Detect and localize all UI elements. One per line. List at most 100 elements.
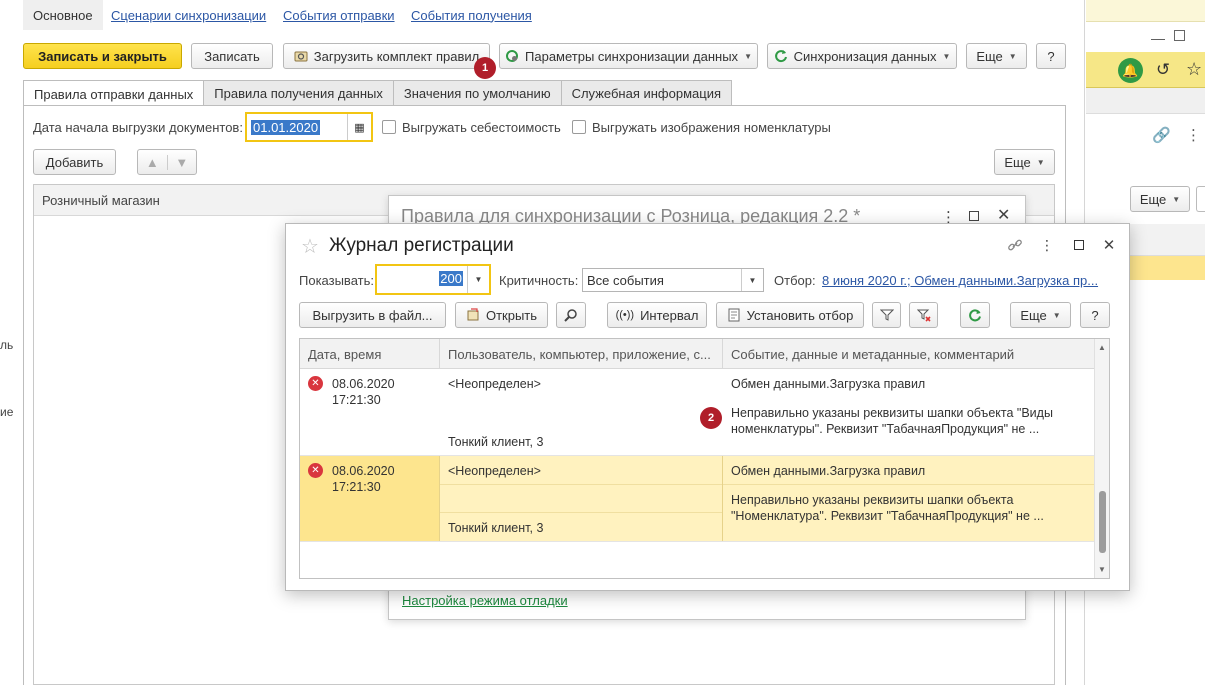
chevron-down-icon[interactable]: ▼: [467, 266, 489, 293]
images-checkbox-label: Выгружать изображения номенклатуры: [592, 120, 831, 135]
minimize-icon[interactable]: —: [1151, 30, 1165, 46]
tab-send-rules[interactable]: Правила отправки данных: [23, 80, 205, 107]
open-button[interactable]: Открыть: [455, 302, 548, 328]
bell-icon[interactable]: 🔔: [1118, 58, 1143, 83]
filter-label: Отбор:: [774, 273, 816, 288]
severity-select[interactable]: Все события ▼: [582, 268, 764, 292]
tab-default-values[interactable]: Значения по умолчанию: [392, 80, 562, 106]
chevron-down-icon: ▼: [1008, 51, 1017, 61]
open-document-icon: [466, 308, 480, 322]
show-label: Показывать:: [299, 273, 374, 288]
sync-data-button[interactable]: Синхронизация данных ▼: [767, 43, 957, 69]
cell-divider: [723, 484, 1096, 485]
funnel-clear-icon: [916, 308, 931, 322]
sync-params-button[interactable]: Параметры синхронизации данных ▼: [499, 43, 758, 69]
edge-text: ие: [0, 405, 14, 419]
right-more-button[interactable]: Еще ▼: [1130, 186, 1190, 212]
broadcast-icon: ((•)): [615, 309, 635, 321]
error-icon: ✕: [308, 463, 323, 478]
kebab-menu-icon[interactable]: ⋮: [1186, 126, 1201, 144]
interval-button[interactable]: ((•)) Интервал: [607, 302, 707, 328]
tab-service-info[interactable]: Служебная информация: [560, 80, 732, 106]
event-log-table: Дата, время Пользователь, компьютер, при…: [299, 338, 1110, 579]
nav-tab-main[interactable]: Основное: [23, 0, 103, 30]
tab-bar: [1086, 88, 1205, 114]
column-header-event[interactable]: Событие, данные и метаданные, комментари…: [723, 339, 1096, 369]
journal-help-button[interactable]: ?: [1080, 302, 1110, 328]
link-icon[interactable]: 🔗: [1152, 126, 1171, 144]
save-button[interactable]: Записать: [191, 43, 273, 69]
save-and-close-button[interactable]: Записать и закрыть: [23, 43, 182, 69]
images-checkbox[interactable]: [572, 120, 586, 134]
sync-icon: [774, 49, 788, 63]
help-button[interactable]: ?: [1036, 43, 1066, 69]
sync-gear-icon: [505, 49, 519, 63]
chevron-down-icon: ▼: [1052, 310, 1061, 320]
add-button[interactable]: Добавить: [33, 149, 116, 175]
date-label: Дата начала выгрузки документов:: [33, 120, 243, 135]
cost-checkbox-label: Выгружать себестоимость: [402, 120, 561, 135]
cell-divider: [722, 456, 723, 541]
show-count-input[interactable]: 200 ▼: [375, 264, 491, 295]
maximize-icon[interactable]: [969, 211, 979, 221]
favorite-star-icon[interactable]: ☆: [301, 234, 319, 259]
nav-tab-scenarios[interactable]: Сценарии синхронизации: [111, 0, 266, 30]
chevron-down-icon: ▼: [1036, 157, 1045, 167]
chevron-down-icon: ▼: [942, 51, 951, 61]
funnel-icon: [879, 308, 894, 322]
journal-more-button[interactable]: Еще ▼: [1010, 302, 1071, 328]
filter-doc-icon: [727, 308, 741, 322]
chevron-down-icon: ▼: [1172, 194, 1181, 204]
clear-filter-button[interactable]: [909, 302, 938, 328]
load-rules-button[interactable]: Загрузить комплект правил: [283, 43, 490, 69]
gear-package-icon: [294, 49, 308, 63]
calendar-icon[interactable]: ▦: [347, 114, 371, 140]
chevron-down-icon[interactable]: ▼: [741, 269, 763, 291]
cell-divider: [440, 512, 722, 513]
scroll-up-icon[interactable]: ▲: [1098, 343, 1106, 352]
cell-divider: [440, 484, 722, 485]
nav-tab-receive-events[interactable]: События получения: [411, 0, 532, 30]
date-input[interactable]: 01.01.2020 ▦: [245, 112, 373, 142]
nav-tab-send-events[interactable]: События отправки: [283, 0, 395, 30]
kebab-menu-icon[interactable]: ⋮: [1038, 236, 1056, 254]
link-icon[interactable]: [1006, 236, 1024, 254]
table-row[interactable]: ✕ 08.06.2020 17:21:30 <Неопределен> Тонк…: [300, 369, 1096, 456]
history-icon[interactable]: ↺: [1156, 60, 1170, 80]
filter-by-value-button[interactable]: [872, 302, 901, 328]
top-bar: [1086, 0, 1205, 22]
right-edge-button[interactable]: [1196, 186, 1205, 212]
debug-settings-link[interactable]: Настройка режима отладки: [402, 593, 568, 608]
arrow-down-icon[interactable]: ▼: [168, 155, 197, 170]
move-buttons: ▲ ▼: [137, 149, 197, 175]
vertical-scrollbar[interactable]: ▲ ▼: [1094, 339, 1109, 578]
maximize-icon[interactable]: [1174, 30, 1185, 41]
search-button[interactable]: [556, 302, 586, 328]
close-icon[interactable]: ✕: [1100, 236, 1118, 254]
arrow-up-icon[interactable]: ▲: [138, 154, 168, 170]
tab-receive-rules[interactable]: Правила получения данных: [203, 80, 394, 106]
magnifier-icon: [564, 308, 578, 322]
severity-label: Критичность:: [499, 273, 579, 288]
list-more-button[interactable]: Еще ▼: [994, 149, 1055, 175]
edge-text: ль: [0, 338, 14, 352]
table-row-selected[interactable]: ✕ 08.06.2020 17:21:30 <Неопределен> Тонк…: [300, 456, 1096, 542]
scroll-thumb[interactable]: [1099, 491, 1106, 553]
column-header-user[interactable]: Пользователь, компьютер, приложение, с..…: [440, 339, 723, 369]
star-icon[interactable]: ☆: [1186, 59, 1202, 80]
cost-checkbox[interactable]: [382, 120, 396, 134]
marker-2: 2: [700, 407, 722, 429]
scroll-down-icon[interactable]: ▼: [1098, 565, 1106, 574]
marker-1: 1: [474, 57, 496, 79]
export-to-file-button[interactable]: Выгрузить в файл...: [299, 302, 446, 328]
refresh-button[interactable]: [960, 302, 990, 328]
filter-link[interactable]: 8 июня 2020 г.; Обмен данными.Загрузка п…: [822, 273, 1098, 288]
refresh-icon: [968, 308, 982, 322]
close-icon[interactable]: ✕: [997, 205, 1010, 225]
maximize-icon[interactable]: [1070, 236, 1088, 254]
table-header: Дата, время Пользователь, компьютер, при…: [300, 339, 1096, 369]
chevron-down-icon: ▼: [744, 51, 752, 61]
set-filter-button[interactable]: Установить отбор: [716, 302, 864, 328]
column-header-datetime[interactable]: Дата, время: [300, 339, 440, 369]
more-button[interactable]: Еще ▼: [966, 43, 1027, 69]
